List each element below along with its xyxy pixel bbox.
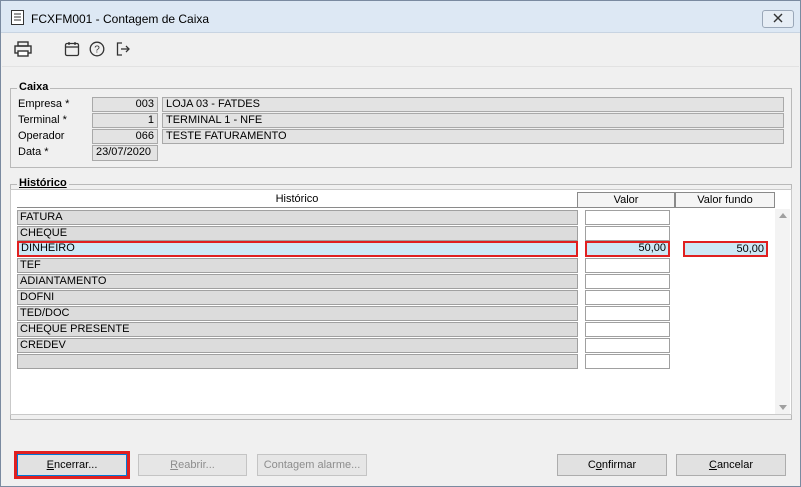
help-button[interactable]: ? <box>87 40 107 60</box>
form-content: Caixa Empresa * 003 LOJA 03 - FATDES Ter… <box>2 66 799 486</box>
operador-code-field[interactable]: 066 <box>92 129 158 144</box>
column-header-valor[interactable]: Valor <box>577 192 675 208</box>
historico-cell-selected[interactable]: DINHEIRO <box>17 241 578 257</box>
historico-cell[interactable]: DOFNI <box>17 290 578 305</box>
valor-cell[interactable] <box>585 226 670 241</box>
encerrar-button[interactable]: Encerrar... <box>17 454 127 476</box>
cancelar-label-rest: ancelar <box>716 459 754 471</box>
encerrar-hotkey: E <box>46 459 54 471</box>
historico-cell[interactable]: FATURA <box>17 210 578 225</box>
valor-cell[interactable] <box>585 306 670 321</box>
printer-icon <box>14 40 32 60</box>
cancelar-button[interactable]: Cancelar <box>676 454 786 476</box>
valor-cell[interactable] <box>585 322 670 337</box>
column-header-valor-fundo[interactable]: Valor fundo <box>675 192 775 208</box>
reabrir-label-rest: eabrir... <box>178 459 215 471</box>
exit-button[interactable] <box>113 40 133 60</box>
document-icon <box>11 10 24 25</box>
valor-cell-selected[interactable]: 50,00 <box>585 241 670 257</box>
valor-cell[interactable] <box>585 354 670 369</box>
close-button[interactable] <box>762 10 794 28</box>
caixa-legend: Caixa <box>17 81 51 93</box>
empresa-label: Empresa * <box>18 98 70 110</box>
valor-cell[interactable] <box>585 338 670 353</box>
valor-cell[interactable] <box>585 274 670 289</box>
window-title: FCXFM001 - Contagem de Caixa <box>31 12 210 26</box>
calendar-icon <box>64 41 80 60</box>
confirmar-button[interactable]: Confirmar <box>557 454 667 476</box>
column-header-historico[interactable]: Histórico <box>17 192 577 208</box>
exit-icon <box>115 41 131 60</box>
title-bar: FCXFM001 - Contagem de Caixa <box>1 1 800 33</box>
confirmar-label-prefix: C <box>587 459 596 471</box>
terminal-name-field[interactable]: TERMINAL 1 - NFE <box>162 113 784 128</box>
data-field[interactable]: 23/07/2020 <box>92 145 158 161</box>
print-button[interactable] <box>13 40 33 60</box>
close-icon <box>773 13 783 26</box>
operador-name-field[interactable]: TESTE FATURAMENTO <box>162 129 784 144</box>
cancelar-hotkey: C <box>708 459 717 471</box>
historico-cell[interactable]: ADIANTAMENTO <box>17 274 578 289</box>
terminal-label: Terminal * <box>18 114 67 126</box>
historico-cell[interactable]: TED/DOC <box>17 306 578 321</box>
vertical-scrollbar[interactable] <box>775 209 790 414</box>
historico-cell[interactable]: CREDEV <box>17 338 578 353</box>
svg-text:?: ? <box>94 44 100 55</box>
historico-cell[interactable]: CHEQUE PRESENTE <box>17 322 578 337</box>
historico-cell[interactable] <box>17 354 578 369</box>
empresa-code-field[interactable]: 003 <box>92 97 158 112</box>
valor-fundo-cell-selected[interactable]: 50,00 <box>683 241 768 257</box>
historico-cell[interactable]: TEF <box>17 258 578 273</box>
confirmar-label-rest: nfirmar <box>601 459 637 471</box>
historico-cell[interactable]: CHEQUE <box>17 226 578 241</box>
scroll-up-arrow-icon[interactable] <box>779 213 787 218</box>
encerrar-label-rest: ncerrar... <box>53 459 98 471</box>
historico-legend: Histórico <box>17 177 69 189</box>
contagem-alarme-button[interactable]: Contagem alarme... <box>257 454 367 476</box>
empresa-name-field[interactable]: LOJA 03 - FATDES <box>162 97 784 112</box>
reabrir-hotkey: R <box>170 459 179 471</box>
reabrir-button[interactable]: Reabrir... <box>138 454 247 476</box>
toolbar: ? <box>1 34 800 66</box>
valor-cell[interactable] <box>585 258 670 273</box>
calendar-button[interactable] <box>62 40 82 60</box>
terminal-code-field[interactable]: 1 <box>92 113 158 128</box>
app-window: FCXFM001 - Contagem de Caixa ? Caixa Emp… <box>0 0 801 487</box>
scroll-down-arrow-icon[interactable] <box>779 405 787 410</box>
help-icon: ? <box>89 41 105 60</box>
data-label: Data * <box>18 146 49 158</box>
valor-cell[interactable] <box>585 210 670 225</box>
contagem-alarme-label: Contagem alarme... <box>263 459 361 471</box>
operador-label: Operador <box>18 130 65 142</box>
historico-grid: Histórico Valor Valor fundo FATURA CHEQU… <box>10 189 792 415</box>
valor-cell[interactable] <box>585 290 670 305</box>
